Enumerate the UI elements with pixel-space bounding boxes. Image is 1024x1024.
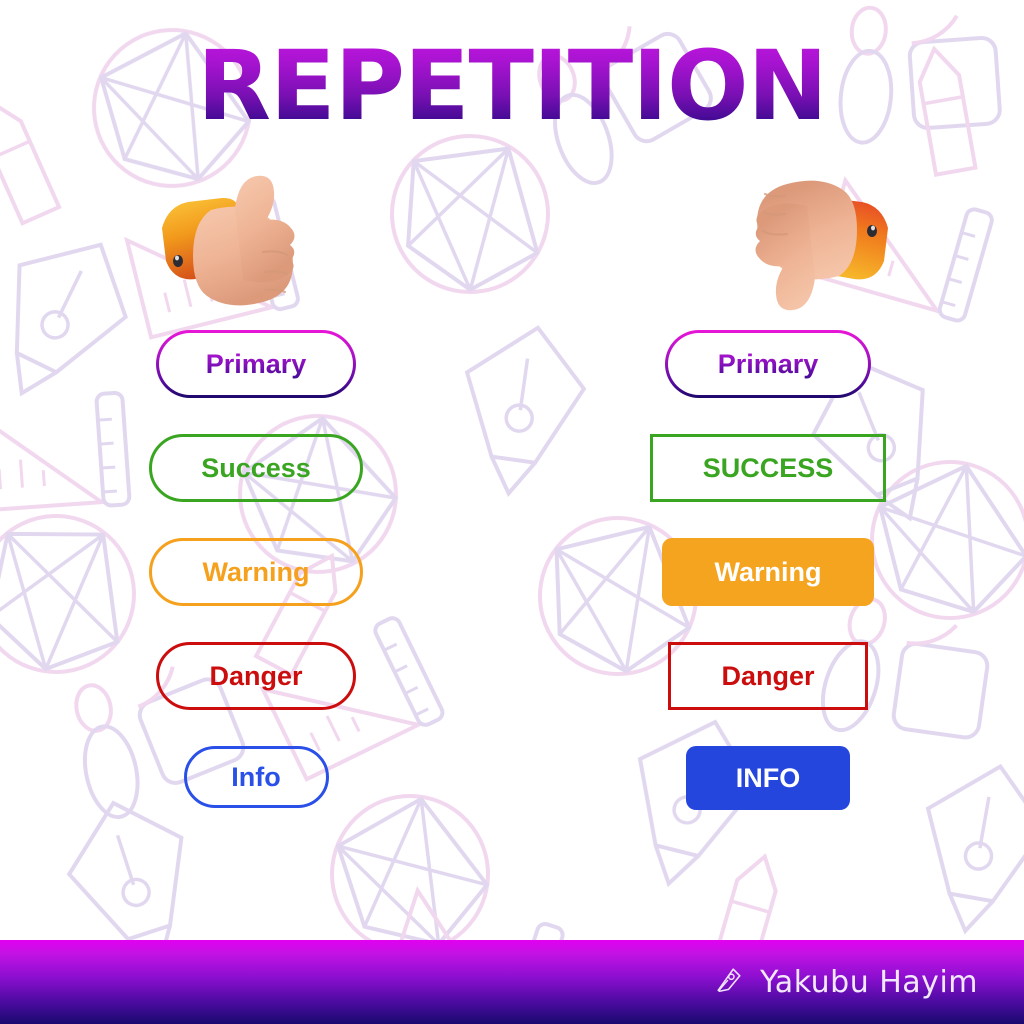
page-title: REPETITION [197,30,828,142]
info-button-consistent[interactable]: Info [183,746,329,808]
pen-nib-icon [714,965,744,1000]
primary-button-inconsistent[interactable]: Primary [665,330,871,398]
primary-button-consistent[interactable]: Primary [156,330,356,398]
footer-bar: Yakubu Hayim [0,940,1024,1024]
thumbs-up-emoji [145,168,315,318]
author-signature: Yakubu Hayim [760,964,978,1000]
primary-button-label: Primary [205,348,307,379]
warning-button-consistent[interactable]: Warning [149,538,363,606]
button-comparison-grid: Primary Success Warning Danger Info Prim… [0,330,1024,810]
thumbs-down-emoji [735,168,905,318]
success-button-inconsistent[interactable]: SUCCESS [650,434,886,502]
success-button-consistent[interactable]: Success [149,434,363,502]
consistent-buttons-column: Primary Success Warning Danger Info [0,330,512,810]
primary-button-label: Primary [717,348,819,379]
inconsistent-buttons-column: Primary SUCCESS Warning Danger INFO [512,330,1024,810]
page-title-container: REPETITION [0,36,1024,137]
danger-button-consistent[interactable]: Danger [156,642,356,710]
danger-button-inconsistent[interactable]: Danger [668,642,868,710]
warning-button-inconsistent[interactable]: Warning [662,538,874,606]
info-button-inconsistent[interactable]: INFO [686,746,850,810]
poster-canvas: REPETITION Primary Success Warning Dange… [0,0,1024,1024]
